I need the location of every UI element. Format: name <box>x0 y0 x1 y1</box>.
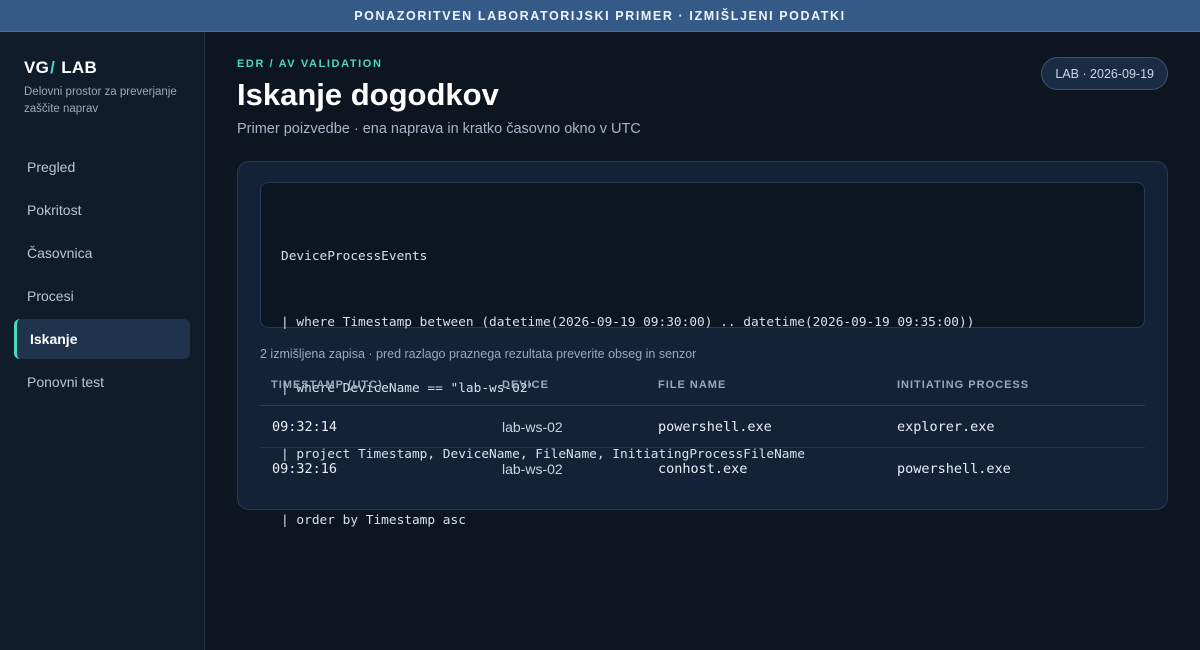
brand-logo[interactable]: VG/ LAB <box>24 58 97 78</box>
results-note: 2 izmišljena zapisa · pred razlago prazn… <box>260 347 697 361</box>
query-card: DeviceProcessEvents | where Timestamp be… <box>237 161 1168 528</box>
sidebar-item-label: Iskanje <box>30 331 78 347</box>
sidebar: VG/ LAB Delovni prostor za preverjanje z… <box>0 32 205 650</box>
query-line: | order by Timestamp asc <box>281 513 466 528</box>
brand-right: LAB <box>56 58 98 77</box>
sidebar-item-label: Časovnica <box>27 245 93 261</box>
sidebar-item-ponovni-test[interactable]: Ponovni test <box>14 362 190 402</box>
cell-device: lab-ws-02 <box>502 418 563 435</box>
cell-file-name: conhost.exe <box>658 461 748 477</box>
query-line: | where Timestamp between (datetime(2026… <box>281 315 975 330</box>
column-header-initiating-process[interactable]: INITIATING PROCESS <box>886 379 1145 391</box>
cell-device: lab-ws-02 <box>502 461 563 477</box>
sidebar-item-label: Ponovni test <box>27 374 105 390</box>
results-table: TIMESTAMP (UTC) DEVICE FILE NAME INITIAT… <box>260 365 1145 490</box>
banner-text: PONAZORITVEN LABORATORIJSKI PRIMER · IZM… <box>354 8 846 23</box>
sidebar-item-label: Procesi <box>27 288 74 304</box>
page-subtitle: Primer poizvedbe · ena naprava in kratko… <box>237 121 641 137</box>
top-banner: PONAZORITVEN LABORATORIJSKI PRIMER · IZM… <box>0 0 1200 32</box>
column-header-file-name[interactable]: FILE NAME <box>647 379 886 391</box>
query-line: DeviceProcessEvents <box>281 249 428 264</box>
query-editor[interactable]: DeviceProcessEvents | where Timestamp be… <box>260 182 1145 528</box>
column-header-device[interactable]: DEVICE <box>491 379 647 391</box>
sidebar-nav: Pregled Pokritost Časovnica Procesi Iska… <box>14 147 190 405</box>
table-row[interactable]: 09:32:14 lab-ws-02 powershell.exe explor… <box>260 406 1145 448</box>
brand-left: VG <box>24 58 50 77</box>
table-header: TIMESTAMP (UTC) DEVICE FILE NAME INITIAT… <box>260 365 1145 406</box>
brand-slash: / <box>50 58 56 77</box>
cell-file-name: powershell.exe <box>658 418 772 435</box>
column-header-timestamp[interactable]: TIMESTAMP (UTC) <box>260 379 491 391</box>
cell-initiating-process: explorer.exe <box>897 418 995 435</box>
table-row[interactable]: 09:32:16 lab-ws-02 conhost.exe powershel… <box>260 448 1145 490</box>
sidebar-item-pregled[interactable]: Pregled <box>14 147 190 187</box>
sidebar-item-casovnica[interactable]: Časovnica <box>14 233 190 273</box>
section-eyebrow: EDR / AV VALIDATION <box>237 58 383 70</box>
cell-timestamp: 09:32:16 <box>272 461 338 477</box>
sidebar-item-iskanje[interactable]: Iskanje <box>14 319 190 359</box>
page-title: Iskanje dogodkov <box>237 77 499 112</box>
environment-badge: LAB · 2026-09-19 <box>1041 57 1168 90</box>
cell-timestamp: 09:32:14 <box>272 418 338 435</box>
cell-initiating-process: powershell.exe <box>897 461 1011 477</box>
sidebar-item-procesi[interactable]: Procesi <box>14 276 190 316</box>
sidebar-item-label: Pokritost <box>27 202 82 218</box>
brand-subtitle: Delovni prostor za preverjanje zaščite n… <box>24 86 177 115</box>
sidebar-item-pokritost[interactable]: Pokritost <box>14 190 190 230</box>
sidebar-item-label: Pregled <box>27 159 76 175</box>
